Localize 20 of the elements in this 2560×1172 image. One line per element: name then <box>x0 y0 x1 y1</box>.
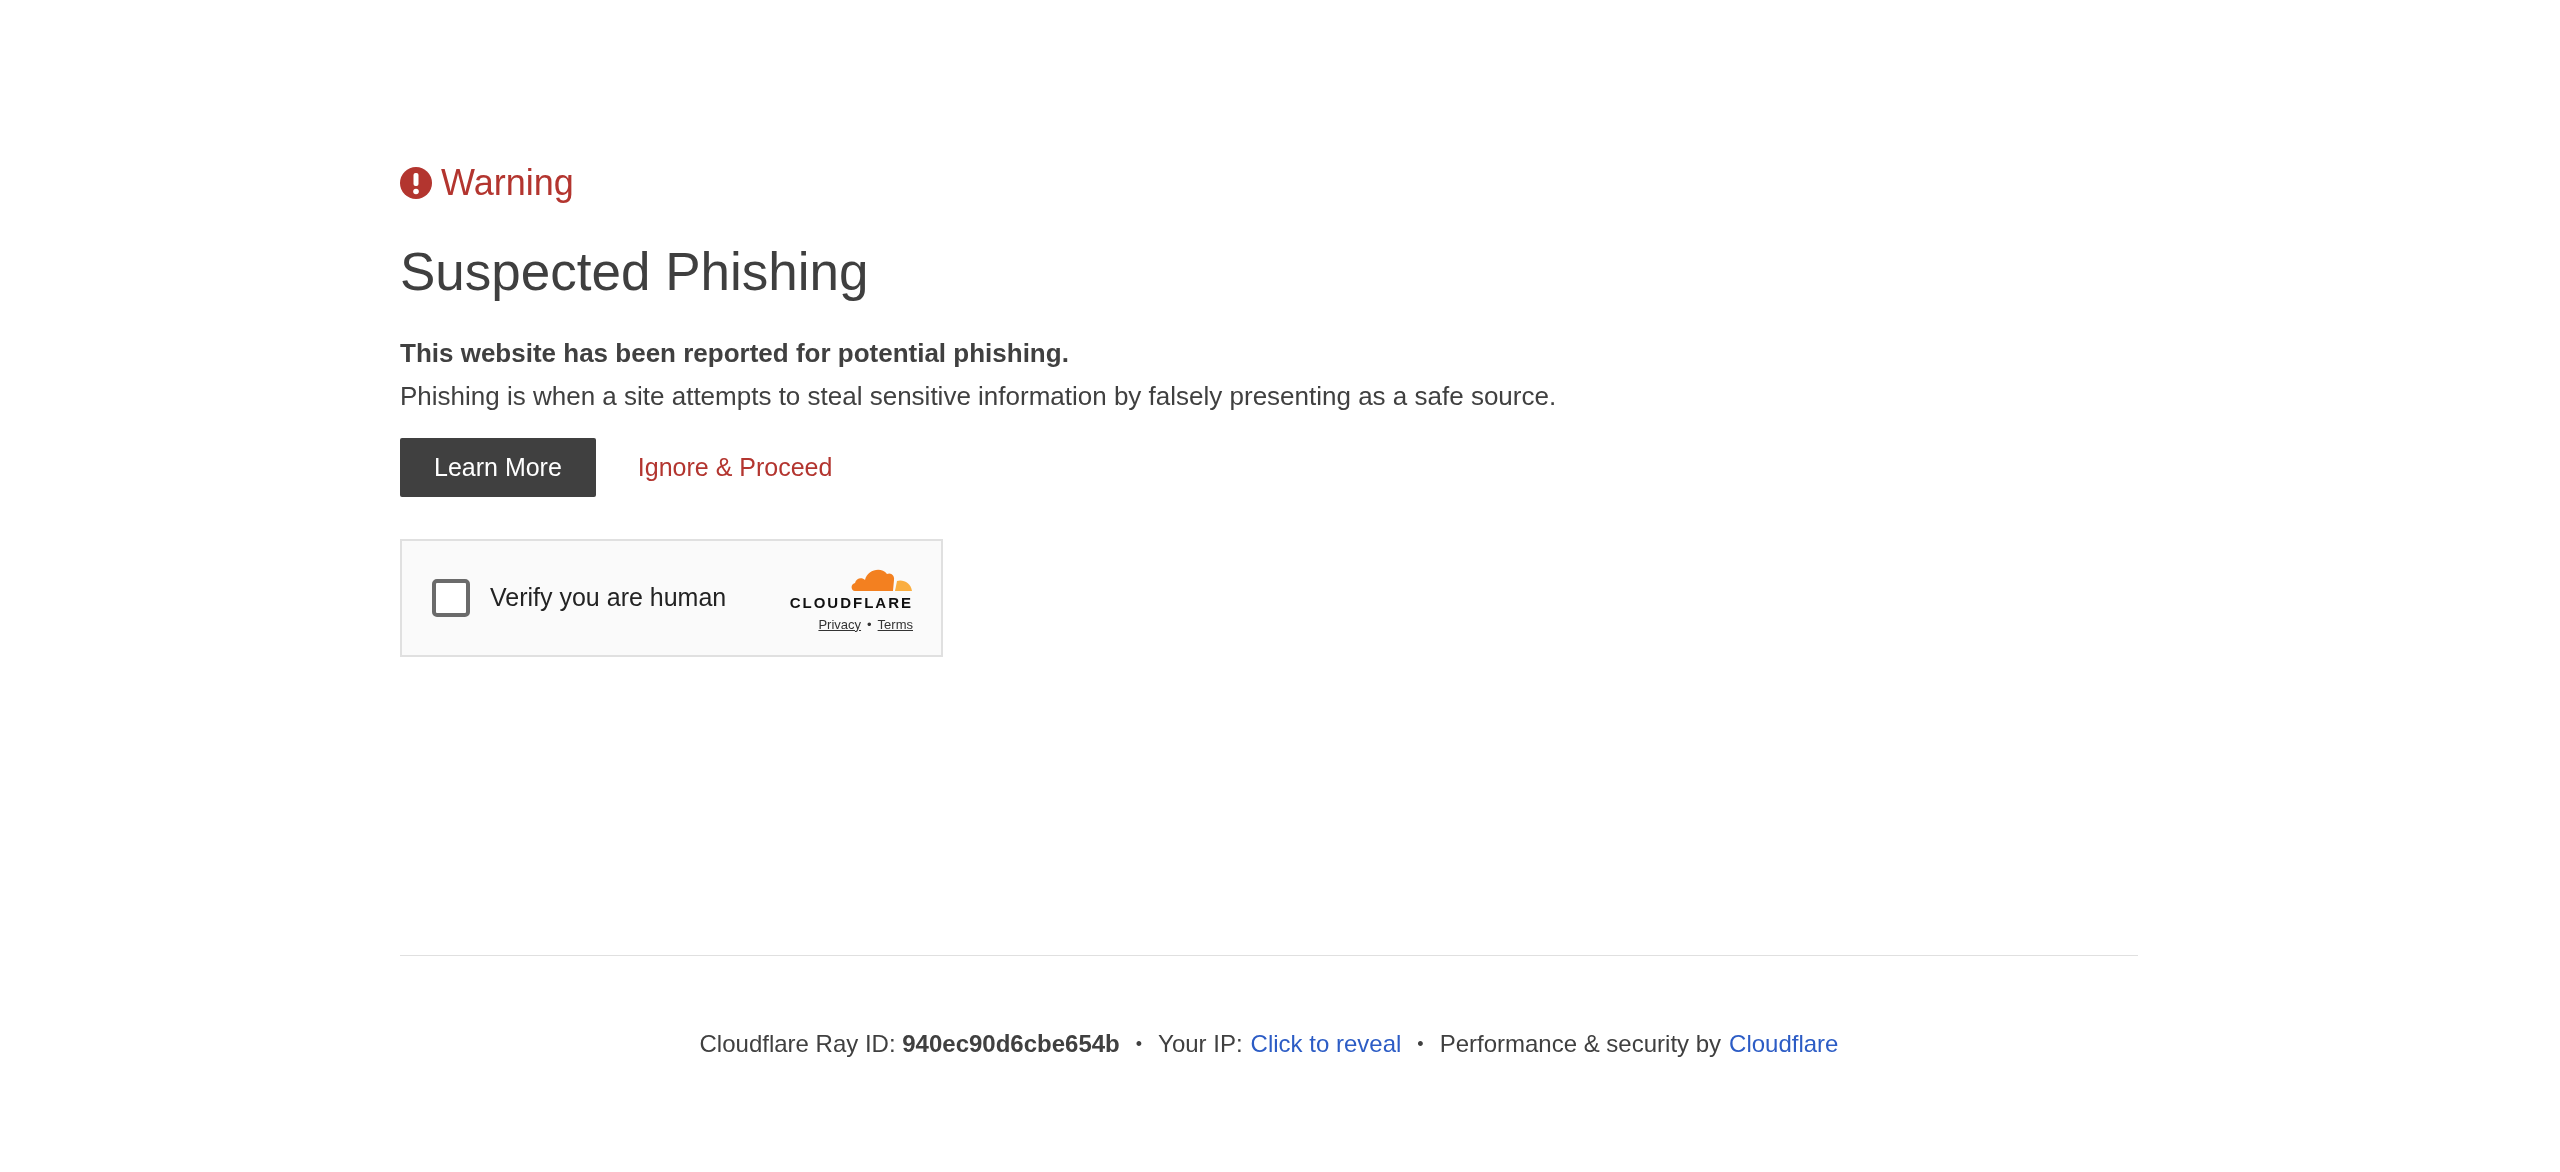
footer-text: Your IP: <box>1158 1030 1243 1058</box>
checkbox[interactable] <box>432 578 470 617</box>
policy-link[interactable]: Privacy <box>818 616 862 632</box>
warning-title: Warning <box>441 162 574 204</box>
description-text: Phishing is when a site attempts to steal sensitive information by falsely presenting as a safe source. <box>400 380 1558 412</box>
proceed-link[interactable]: Ignore & Proceed <box>637 452 833 482</box>
brand-wordmark: CLOUDFLARE <box>789 593 913 611</box>
footer-text: Performance & security by <box>1439 1030 1722 1058</box>
separator-dot: • <box>867 616 872 632</box>
footer-link[interactable]: Cloudflare <box>1729 1030 1839 1058</box>
alert-icon <box>400 167 432 199</box>
lead-text: This website has been reported for potential phishing. <box>400 337 1070 369</box>
footer-link[interactable]: Click to reveal <box>1250 1030 1402 1058</box>
learn-more-button[interactable]: Learn More <box>400 437 596 497</box>
separator-dot: • <box>1417 1033 1424 1056</box>
footer-text: Cloudflare Ray ID: 940ec90d6cbe654b <box>699 1030 1120 1058</box>
page-heading: Suspected Phishing <box>400 241 870 303</box>
separator-dot: • <box>1135 1033 1143 1056</box>
policy-link[interactable]: Terms <box>877 616 913 632</box>
captcha-label: Verify you are human <box>490 583 727 613</box>
